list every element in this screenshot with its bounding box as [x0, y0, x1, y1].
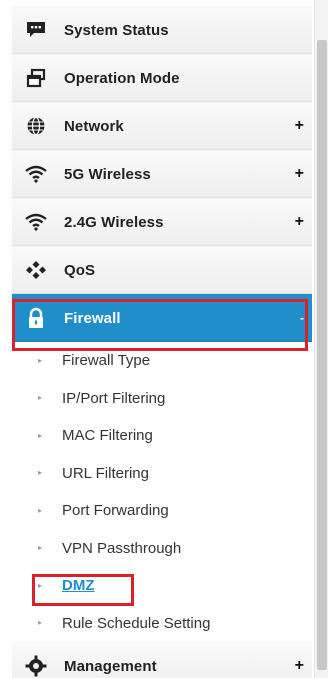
- sidebar-frame: System Status Operation Mode Network + 5…: [0, 0, 328, 678]
- menu-item-label: Operation Mode: [64, 69, 180, 87]
- bullet-icon: ▸: [38, 355, 43, 365]
- menu-item-label: 5G Wireless: [64, 165, 151, 183]
- wifi-icon: [24, 210, 48, 234]
- lock-icon: [24, 306, 48, 330]
- menu-item-management[interactable]: Management +: [12, 642, 312, 678]
- menu-item-network[interactable]: Network +: [12, 102, 312, 150]
- bullet-icon: ▸: [38, 543, 43, 553]
- expand-plus-icon[interactable]: +: [295, 213, 304, 231]
- globe-icon: [24, 114, 48, 138]
- scrollbar-thumb[interactable]: [317, 40, 327, 670]
- chat-bubble-icon: [24, 18, 48, 42]
- submenu-item-mac-filtering[interactable]: ▸ MAC Filtering: [12, 417, 312, 455]
- collapse-minus-icon[interactable]: -: [300, 311, 304, 325]
- bullet-icon: ▸: [38, 430, 43, 440]
- expand-plus-icon[interactable]: +: [295, 165, 304, 183]
- bullet-icon: ▸: [38, 393, 43, 403]
- menu-item-system-status[interactable]: System Status: [12, 6, 312, 54]
- menu-item-label: Network: [64, 117, 124, 135]
- menu-item-5g-wireless[interactable]: 5G Wireless +: [12, 150, 312, 198]
- menu-item-label: QoS: [64, 261, 96, 279]
- submenu-item-label: Firewall Type: [62, 352, 151, 370]
- submenu-item-port-forwarding[interactable]: ▸ Port Forwarding: [12, 492, 312, 530]
- submenu-item-dmz[interactable]: ▸ DMZ: [12, 567, 312, 605]
- submenu-item-firewall-type[interactable]: ▸ Firewall Type: [12, 342, 312, 380]
- gear-icon: [24, 654, 48, 678]
- bullet-icon: ▸: [38, 618, 43, 628]
- submenu-item-label: DMZ: [62, 577, 95, 595]
- firewall-submenu: ▸ Firewall Type ▸ IP/Port Filtering ▸ MA…: [12, 342, 312, 642]
- submenu-item-label: MAC Filtering: [62, 427, 153, 445]
- scrollbar[interactable]: [314, 0, 328, 678]
- menu-item-24g-wireless[interactable]: 2.4G Wireless +: [12, 198, 312, 246]
- submenu-item-label: Rule Schedule Setting: [62, 614, 211, 632]
- submenu-item-ip-port-filtering[interactable]: ▸ IP/Port Filtering: [12, 379, 312, 417]
- sidebar-menu: System Status Operation Mode Network + 5…: [12, 6, 312, 678]
- submenu-item-label: URL Filtering: [62, 464, 149, 482]
- submenu-item-rule-schedule-setting[interactable]: ▸ Rule Schedule Setting: [12, 604, 312, 642]
- menu-item-firewall[interactable]: Firewall -: [12, 294, 312, 342]
- expand-plus-icon[interactable]: +: [295, 117, 304, 135]
- submenu-item-url-filtering[interactable]: ▸ URL Filtering: [12, 454, 312, 492]
- submenu-item-label: IP/Port Filtering: [62, 389, 166, 407]
- menu-item-label: System Status: [64, 21, 169, 39]
- menu-item-operation-mode[interactable]: Operation Mode: [12, 54, 312, 102]
- windows-icon: [24, 66, 48, 90]
- wifi-icon: [24, 162, 48, 186]
- submenu-item-vpn-passthrough[interactable]: ▸ VPN Passthrough: [12, 529, 312, 567]
- bullet-icon: ▸: [38, 468, 43, 478]
- expand-plus-icon[interactable]: +: [295, 657, 304, 675]
- bullet-icon: ▸: [38, 505, 43, 515]
- menu-item-label: 2.4G Wireless: [64, 213, 164, 231]
- menu-item-label: Firewall: [64, 309, 121, 327]
- qos-icon: [24, 258, 48, 282]
- submenu-item-label: Port Forwarding: [62, 502, 169, 520]
- menu-item-qos[interactable]: QoS: [12, 246, 312, 294]
- menu-item-label: Management: [64, 657, 157, 675]
- submenu-item-label: VPN Passthrough: [62, 539, 182, 557]
- bullet-icon: ▸: [38, 580, 43, 590]
